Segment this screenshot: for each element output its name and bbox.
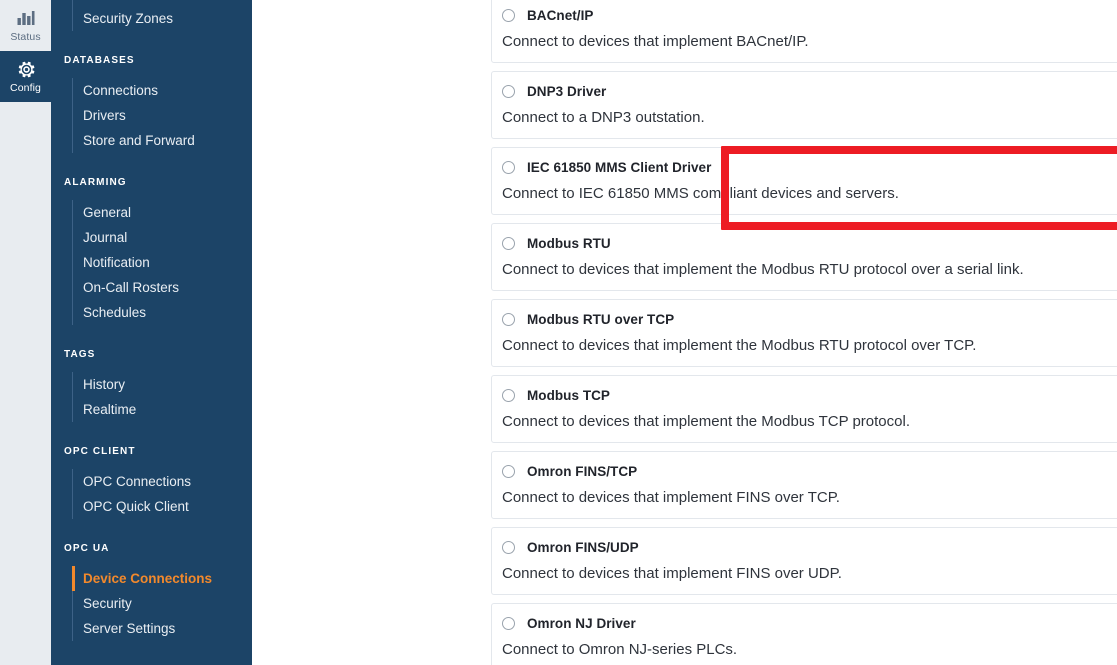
driver-description: Connect to devices that implement the Mo… bbox=[502, 261, 1024, 278]
driver-card[interactable]: Omron NJ Driver Connect to Omron NJ-serie… bbox=[491, 603, 1117, 665]
driver-name: Modbus RTU bbox=[527, 235, 611, 251]
sidebar-section-gap bbox=[51, 519, 252, 541]
sidebar-item-schedules[interactable]: Schedules bbox=[72, 300, 252, 325]
rail-item-status[interactable]: Status bbox=[0, 0, 51, 51]
driver-name: Modbus TCP bbox=[527, 387, 610, 403]
driver-name: Omron FINS/TCP bbox=[527, 463, 638, 479]
driver-description: Connect to devices that implement the Mo… bbox=[502, 413, 910, 430]
driver-radio[interactable] bbox=[502, 160, 515, 174]
sidebar-item-device-connections[interactable]: Device Connections bbox=[72, 566, 252, 591]
sidebar-item-history[interactable]: History bbox=[72, 372, 252, 397]
driver-card-header: BACnet/IP bbox=[492, 4, 1117, 26]
driver-radio[interactable] bbox=[502, 312, 515, 326]
driver-card[interactable]: Modbus RTU over TCP Connect to devices th… bbox=[491, 299, 1117, 367]
sidebar-item-security[interactable]: Security bbox=[72, 591, 252, 616]
sidebar-item-server-settings[interactable]: Server Settings bbox=[72, 616, 252, 641]
icon-rail: Status Config bbox=[0, 0, 51, 665]
driver-card[interactable]: Modbus RTU Connect to devices that implem… bbox=[491, 223, 1117, 291]
driver-name: Omron NJ Driver bbox=[527, 615, 636, 631]
sidebar-section-opc-ua: OPC UA Device Connections Security Server S… bbox=[51, 541, 252, 641]
rail-item-status-label: Status bbox=[10, 31, 41, 43]
driver-radio[interactable] bbox=[502, 8, 515, 22]
driver-radio[interactable] bbox=[502, 388, 515, 402]
sidebar-section-gap bbox=[51, 153, 252, 175]
driver-card[interactable]: Modbus TCP Connect to devices that implem… bbox=[491, 375, 1117, 443]
driver-card-header: Modbus RTU over TCP bbox=[492, 308, 1117, 330]
rail-item-config[interactable]: Config bbox=[0, 51, 51, 102]
driver-card[interactable]: DNP3 Driver Connect to a DNP3 outstation. bbox=[491, 71, 1117, 139]
driver-name: BACnet/IP bbox=[527, 7, 594, 23]
main-content: BACnet/IP Connect to devices that impleme… bbox=[252, 0, 1117, 665]
driver-radio[interactable] bbox=[502, 540, 515, 554]
driver-card[interactable]: Omron FINS/TCP Connect to devices that im… bbox=[491, 451, 1117, 519]
driver-description: Connect to devices that implement the Mo… bbox=[502, 337, 977, 354]
sidebar-item-store-and-forward[interactable]: Store and Forward bbox=[72, 128, 252, 153]
driver-card-header: DNP3 Driver bbox=[492, 80, 1117, 102]
driver-card[interactable]: BACnet/IP Connect to devices that impleme… bbox=[491, 0, 1117, 63]
sidebar-item-notification[interactable]: Notification bbox=[72, 250, 252, 275]
sidebar-section-title: OPC UA bbox=[64, 543, 110, 554]
driver-card-header: Omron FINS/TCP bbox=[492, 460, 1117, 482]
driver-card-header: Omron NJ Driver bbox=[492, 612, 1117, 634]
driver-card[interactable]: Omron FINS/UDP Connect to devices that im… bbox=[491, 527, 1117, 595]
driver-name: Modbus RTU over TCP bbox=[527, 311, 675, 327]
driver-description: Connect to devices that implement BACnet… bbox=[502, 33, 809, 50]
driver-name: IEC 61850 MMS Client Driver bbox=[527, 159, 712, 175]
sidebar-item-realtime[interactable]: Realtime bbox=[72, 397, 252, 422]
config-sidebar: Security ZonesSecurity ZonesDATABASESCon… bbox=[51, 0, 252, 665]
sidebar-section-title: OPC CLIENT bbox=[64, 446, 136, 457]
sidebar-item-general[interactable]: General bbox=[72, 200, 252, 225]
driver-description: Connect to Omron NJ-series PLCs. bbox=[502, 641, 738, 658]
sidebar-item-drivers[interactable]: Drivers bbox=[72, 103, 252, 128]
sidebar-section-title: DATABASES bbox=[64, 55, 135, 66]
sidebar-item-opc-connections[interactable]: OPC Connections bbox=[72, 469, 252, 494]
sidebar-item-journal[interactable]: Journal bbox=[72, 225, 252, 250]
sidebar-item-security-zones[interactable]: Security Zones bbox=[72, 6, 252, 31]
sidebar-item-on-call-rosters[interactable]: On-Call Rosters bbox=[72, 275, 252, 300]
rail-filler bbox=[0, 102, 51, 665]
driver-radio[interactable] bbox=[502, 616, 515, 630]
sidebar-group-top: Security Zones bbox=[72, 6, 252, 31]
rail-item-config-label: Config bbox=[10, 82, 41, 94]
driver-description: Connect to a DNP3 outstation. bbox=[502, 109, 705, 126]
driver-card[interactable]: IEC 61850 MMS Client Driver Connect to IE… bbox=[491, 147, 1117, 215]
driver-radio[interactable] bbox=[502, 464, 515, 478]
driver-description: Connect to devices that implement FINS o… bbox=[502, 565, 842, 582]
driver-card-header: Omron FINS/UDP bbox=[492, 536, 1117, 558]
app-root: Status Config Security ZonesSecurity Zon… bbox=[0, 0, 1117, 665]
sidebar-section-title: ALARMING bbox=[64, 177, 127, 188]
sidebar-section-tags: TAGS History Realtime bbox=[51, 347, 252, 422]
driver-radio[interactable] bbox=[502, 84, 515, 98]
driver-type-list: BACnet/IP Connect to devices that impleme… bbox=[491, 0, 1117, 665]
sidebar-item-connections[interactable]: Connections bbox=[72, 78, 252, 103]
sidebar-section-gap bbox=[51, 422, 252, 444]
sidebar-section-alarming: ALARMING General Journal Notification On-Cal… bbox=[51, 175, 252, 325]
driver-card-header: Modbus RTU bbox=[492, 232, 1117, 254]
sidebar-section-gap bbox=[51, 325, 252, 347]
driver-description: Connect to devices that implement FINS o… bbox=[502, 489, 840, 506]
sidebar-section-gap bbox=[51, 31, 252, 53]
sidebar-item-opc-quick-client[interactable]: OPC Quick Client bbox=[72, 494, 252, 519]
gear-icon bbox=[16, 59, 36, 79]
sidebar-section-databases: DATABASES Connections Drivers Store and For… bbox=[51, 53, 252, 153]
sidebar-section-opc-client: OPC CLIENT OPC Connections OPC Quick Clien… bbox=[51, 444, 252, 519]
driver-card-header: IEC 61850 MMS Client Driver bbox=[492, 156, 1117, 178]
driver-description: Connect to IEC 61850 MMS compliant devic… bbox=[502, 185, 899, 202]
driver-radio[interactable] bbox=[502, 236, 515, 250]
driver-card-header: Modbus TCP bbox=[492, 384, 1117, 406]
bar-chart-icon bbox=[16, 8, 36, 28]
driver-name: DNP3 Driver bbox=[527, 83, 607, 99]
driver-name: Omron FINS/UDP bbox=[527, 539, 639, 555]
sidebar-section-title: TAGS bbox=[64, 349, 96, 360]
